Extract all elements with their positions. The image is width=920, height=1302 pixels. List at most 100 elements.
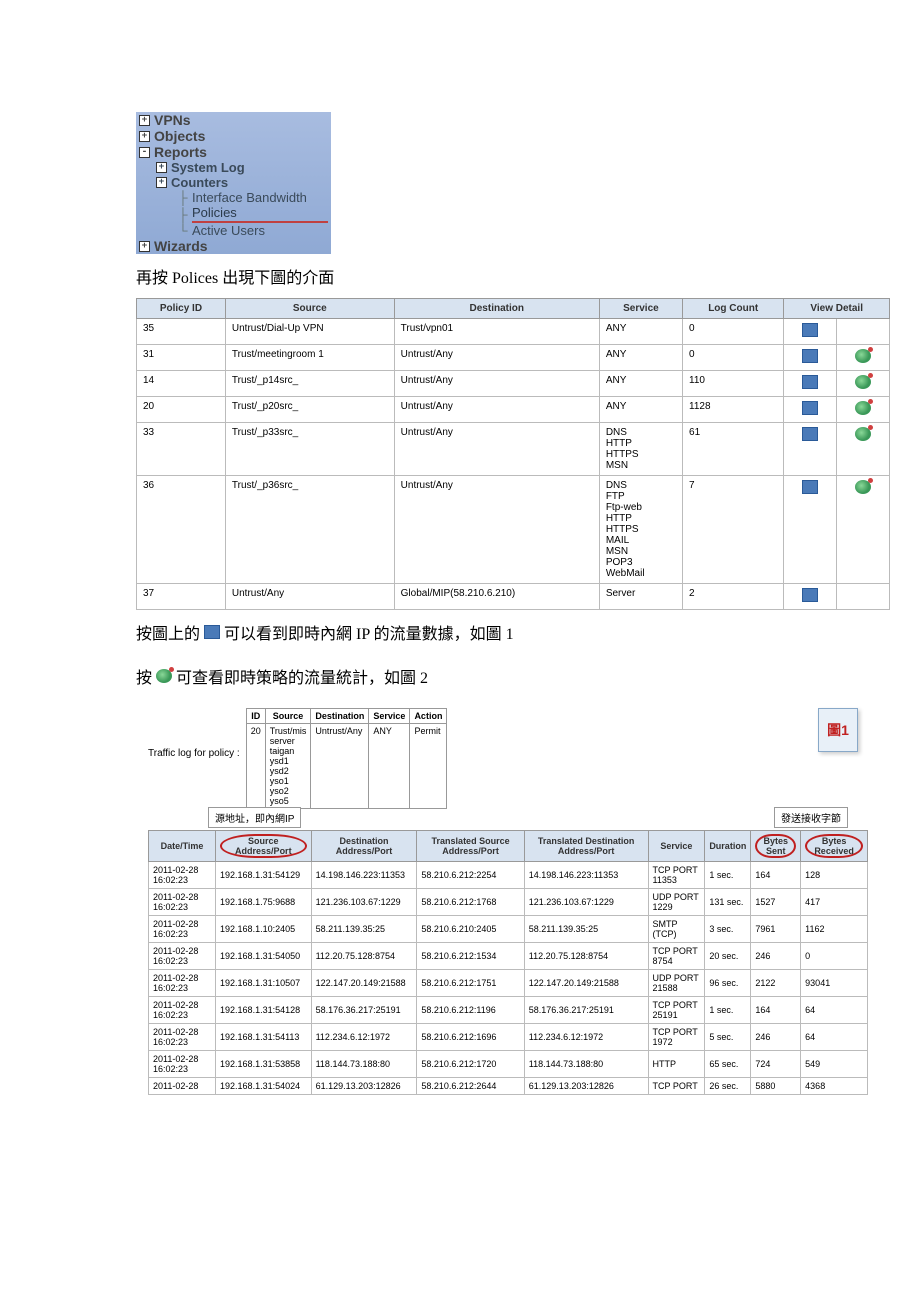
policy-source: Untrust/Any	[225, 584, 394, 610]
col-src-addr: Source Address/Port	[216, 831, 312, 862]
log-bs: 164	[751, 862, 801, 889]
stat-icon[interactable]	[855, 401, 871, 415]
nav-counters[interactable]: +Counters	[136, 175, 331, 190]
mini-col-id: ID	[246, 709, 265, 724]
log-row: 2011-02-28 16:02:23 192.168.1.31:10507 1…	[149, 970, 868, 997]
detail-icon[interactable]	[802, 588, 818, 602]
traffic-section: Traffic log for policy : ID Source Desti…	[148, 708, 868, 828]
mini-col-action: Action	[410, 709, 447, 724]
policy-dest: Global/MIP(58.210.6.210)	[394, 584, 599, 610]
log-row: 2011-02-28 16:02:23 192.168.1.31:53858 1…	[149, 1051, 868, 1078]
log-row: 2011-02-28 16:02:23 192.168.1.31:54128 5…	[149, 997, 868, 1024]
log-tdst: 58.176.36.217:25191	[524, 997, 648, 1024]
nav-objects[interactable]: +Objects	[136, 128, 331, 144]
col-service: Service	[648, 831, 705, 862]
log-br: 1162	[801, 916, 868, 943]
log-row: 2011-02-28 16:02:23 192.168.1.31:54113 1…	[149, 1024, 868, 1051]
log-tdst: 121.236.103.67:1229	[524, 889, 648, 916]
col-service: Service	[599, 299, 682, 319]
log-dst: 118.144.73.188:80	[311, 1051, 417, 1078]
log-tsrc: 58.210.6.212:1696	[417, 1024, 524, 1051]
view-stat-cell	[837, 476, 890, 584]
expand-icon[interactable]: +	[156, 177, 167, 188]
policy-source: Trust/meetingroom 1	[225, 345, 394, 371]
nav-active-users[interactable]: └Active Users	[136, 223, 331, 238]
policy-service: ANY	[599, 319, 682, 345]
detail-icon[interactable]	[802, 323, 818, 337]
policy-row: 14 Trust/_p14src_ Untrust/Any ANY 110	[137, 371, 890, 397]
log-tsrc: 58.210.6.212:1751	[417, 970, 524, 997]
log-dur: 1 sec.	[705, 997, 751, 1024]
instruction-text-2: 按圖上的 可以看到即時內網 IP 的流量數據，如圖 1	[136, 620, 920, 644]
col-view-detail: View Detail	[784, 299, 890, 319]
log-svc: SMTP (TCP)	[648, 916, 705, 943]
expand-icon[interactable]: +	[156, 162, 167, 173]
expand-icon[interactable]: +	[139, 115, 150, 126]
nav-vpns[interactable]: +VPNs	[136, 112, 331, 128]
nav-wizards[interactable]: +Wizards	[136, 238, 331, 254]
stat-icon[interactable]	[855, 427, 871, 441]
collapse-icon[interactable]: -	[139, 147, 150, 158]
detail-icon[interactable]	[802, 480, 818, 494]
log-bs: 7961	[751, 916, 801, 943]
stat-icon[interactable]	[855, 375, 871, 389]
log-bs: 246	[751, 1024, 801, 1051]
expand-icon[interactable]: +	[139, 131, 150, 142]
view-detail-cell	[784, 476, 837, 584]
log-br: 0	[801, 943, 868, 970]
nav-policies[interactable]: ├Policies	[136, 205, 331, 223]
nav-system-log[interactable]: +System Log	[136, 160, 331, 175]
log-datetime: 2011-02-28 16:02:23	[149, 1024, 216, 1051]
policy-source: Trust/_p36src_	[225, 476, 394, 584]
log-dst: 122.147.20.149:21588	[311, 970, 417, 997]
log-row: 2011-02-28 16:02:23 192.168.1.75:9688 12…	[149, 889, 868, 916]
policy-row: 31 Trust/meetingroom 1 Untrust/Any ANY 0	[137, 345, 890, 371]
detail-icon[interactable]	[802, 375, 818, 389]
policy-dest: Untrust/Any	[394, 397, 599, 423]
log-src: 192.168.1.31:54128	[216, 997, 312, 1024]
policy-row: 35 Untrust/Dial-Up VPN Trust/vpn01 ANY 0	[137, 319, 890, 345]
log-datetime: 2011-02-28 16:02:23	[149, 997, 216, 1024]
policy-service: DNS HTTP HTTPS MSN	[599, 423, 682, 476]
log-svc: TCP PORT 25191	[648, 997, 705, 1024]
col-tdst-addr: Translated Destination Address/Port	[524, 831, 648, 862]
detail-icon[interactable]	[802, 349, 818, 363]
col-policy-id: Policy ID	[137, 299, 226, 319]
log-row: 2011-02-28 16:02:23 192.168.1.31:54050 1…	[149, 943, 868, 970]
tree-line: ├	[176, 190, 190, 205]
expand-icon[interactable]: +	[139, 241, 150, 252]
policy-source: Trust/_p33src_	[225, 423, 394, 476]
detail-icon[interactable]	[802, 427, 818, 441]
stat-icon[interactable]	[855, 349, 871, 363]
policy-id: 33	[137, 423, 226, 476]
log-br: 417	[801, 889, 868, 916]
log-svc: TCP PORT	[648, 1078, 705, 1095]
log-dur: 3 sec.	[705, 916, 751, 943]
policy-row: 20 Trust/_p20src_ Untrust/Any ANY 1128	[137, 397, 890, 423]
callout-figure-1: 圖1	[818, 708, 858, 752]
log-datetime: 2011-02-28 16:02:23	[149, 916, 216, 943]
log-bs: 1527	[751, 889, 801, 916]
detail-icon[interactable]	[802, 401, 818, 415]
stat-icon[interactable]	[855, 480, 871, 494]
policy-dest: Untrust/Any	[394, 345, 599, 371]
mini-row: 20 Trust/mis server taigan ysd1 ysd2 yso…	[246, 724, 447, 809]
policy-dest: Untrust/Any	[394, 423, 599, 476]
log-header-row: Date/Time Source Address/Port Destinatio…	[149, 831, 868, 862]
view-detail-cell	[784, 345, 837, 371]
traffic-label: Traffic log for policy :	[148, 708, 246, 759]
log-tdst: 112.234.6.12:1972	[524, 1024, 648, 1051]
policy-id: 20	[137, 397, 226, 423]
detail-icon	[204, 625, 220, 639]
log-bs: 164	[751, 997, 801, 1024]
nav-reports[interactable]: -Reports	[136, 144, 331, 160]
nav-interface-bandwidth[interactable]: ├Interface Bandwidth	[136, 190, 331, 205]
policy-source: Trust/_p14src_	[225, 371, 394, 397]
view-stat-cell	[837, 319, 890, 345]
log-tsrc: 58.210.6.212:2644	[417, 1078, 524, 1095]
instruction-text-3: 按 可查看即時策略的流量統計，如圖 2	[136, 664, 920, 688]
policy-id: 14	[137, 371, 226, 397]
policy-dest: Trust/vpn01	[394, 319, 599, 345]
policy-header-row: Policy ID Source Destination Service Log…	[137, 299, 890, 319]
log-src: 192.168.1.31:54129	[216, 862, 312, 889]
